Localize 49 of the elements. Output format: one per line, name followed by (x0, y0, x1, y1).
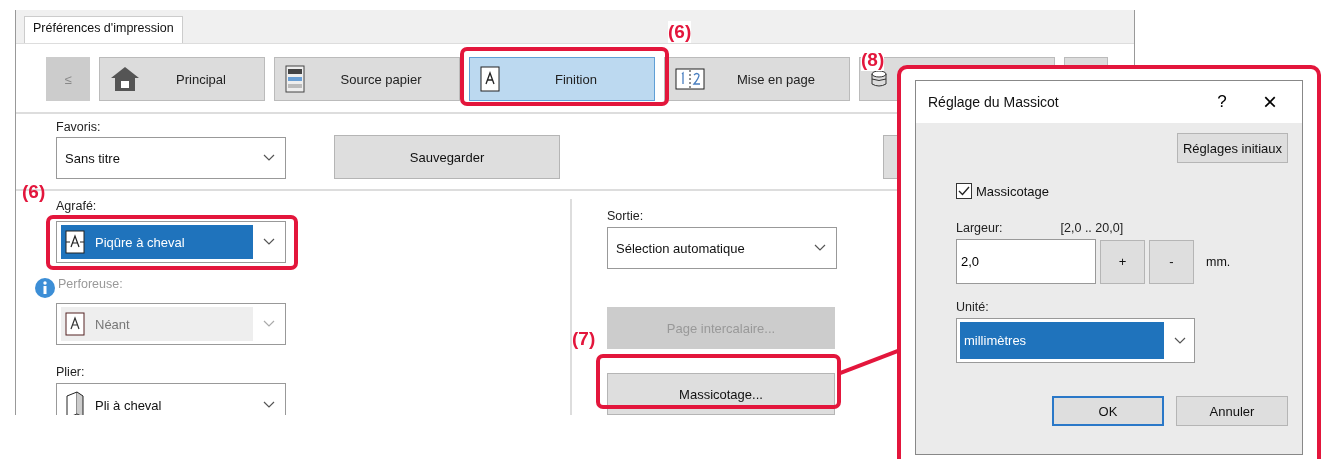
chevron-icon (263, 401, 275, 409)
field-label: Unité: (956, 300, 989, 314)
toolbar-tab[interactable]: Finition (469, 57, 655, 101)
chevron-icon (263, 320, 275, 328)
fold-dropdown[interactable]: Pli à cheval (56, 383, 286, 415)
toolbar-tab[interactable]: Principal (99, 57, 265, 101)
save-button[interactable]: Sauvegarder (334, 135, 560, 179)
toolbar-tab[interactable]: Mise en page (664, 57, 850, 101)
close-button[interactable]: × (1246, 87, 1294, 117)
field-label: Agrafé: (56, 199, 97, 213)
dialog-button[interactable]: Annuler (1176, 396, 1288, 426)
field-label: Largeur: (956, 221, 1003, 235)
page-icon (480, 66, 500, 92)
home-icon (110, 66, 140, 92)
dialog-button[interactable]: OK (1052, 396, 1164, 426)
chevron-icon (1174, 336, 1186, 345)
option-button[interactable]: Massicotage... (607, 373, 835, 415)
favorites-dropdown[interactable]: Sans titre (56, 137, 286, 179)
help-button[interactable]: ? (1198, 91, 1246, 113)
stack-icon (870, 70, 888, 88)
decrement-button[interactable]: - (1149, 239, 1194, 284)
output-dropdown[interactable]: Sélection automatique (607, 227, 837, 269)
staple-page-icon (65, 230, 85, 254)
chevron-icon (263, 154, 275, 162)
chevron-icon (263, 238, 275, 246)
increment-button[interactable]: + (1100, 239, 1145, 284)
field-label: Perforeuse: (58, 277, 123, 291)
page-icon (65, 312, 85, 336)
reset-button[interactable]: Réglages initiaux (1177, 133, 1288, 163)
chevron-icon (814, 244, 826, 252)
callout-number: (6) (22, 181, 46, 203)
toolbar-tab[interactable]: Source papier (274, 57, 460, 101)
trim-checkbox[interactable]: Massicotage (956, 183, 1288, 199)
info-icon (34, 277, 56, 299)
window-tab[interactable]: Préférences d'impression (24, 16, 183, 43)
folded-sheet-icon (65, 390, 85, 415)
field-label: Plier: (56, 365, 85, 379)
printer-icon (285, 65, 305, 93)
unit-dropdown[interactable]: millimètres (956, 318, 1195, 363)
two-pages-icon (675, 68, 705, 90)
checkmark-icon (958, 186, 970, 196)
width-input[interactable]: 2,0 (956, 239, 1096, 284)
unit-suffix: mm. (1206, 254, 1231, 269)
field-label: Sortie: (607, 209, 644, 223)
staple-dropdown[interactable]: Piqûre à cheval (56, 221, 286, 263)
field-label: Favoris: (56, 120, 101, 134)
dialog-title: Réglage du Massicot (928, 94, 1060, 110)
callout-number: (6) (668, 21, 692, 43)
range-hint: [2,0 .. 20,0] (1060, 221, 1124, 235)
